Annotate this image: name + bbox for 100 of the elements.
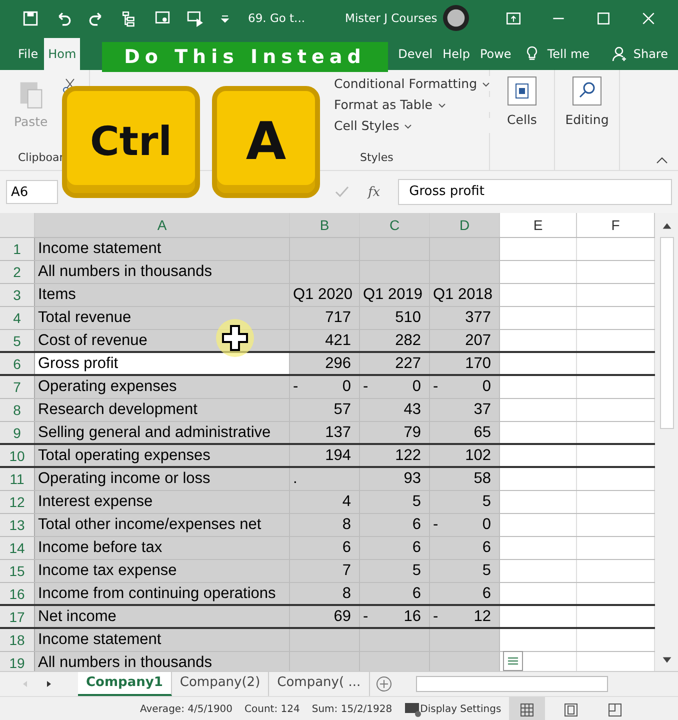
ribbon-tab[interactable]: Devel (394, 38, 437, 70)
cell-value: 6 (482, 538, 491, 558)
maximize-icon[interactable] (595, 10, 612, 26)
row-header[interactable]: 6 (0, 353, 35, 374)
table-cell: Income before tax (35, 537, 290, 559)
save-icon[interactable] (22, 10, 39, 26)
row-header[interactable]: 4 (0, 307, 35, 329)
cell-value: 0 (412, 377, 421, 397)
table-cell: Income from continuing operations (35, 583, 290, 604)
quick-analysis-icon[interactable] (503, 651, 523, 671)
row-header[interactable]: 2 (0, 261, 35, 283)
styles-menu-button[interactable]: Cell Styles (334, 118, 490, 133)
tell-me-field[interactable]: Tell me (543, 38, 594, 70)
ribbon-tab[interactable]: File (14, 38, 42, 70)
cell-value: 57 (334, 400, 351, 420)
caret-icon (404, 124, 412, 130)
scrollbar-thumb[interactable] (660, 237, 674, 429)
name-box[interactable]: A6 (6, 180, 58, 204)
table-cell: Operating expenses (35, 376, 290, 398)
cell-sign: - (293, 377, 298, 397)
row-header[interactable]: 19 (0, 652, 35, 671)
cell-value: 5 (412, 561, 421, 581)
ribbon-display-icon[interactable] (505, 10, 522, 26)
cell-value: 8 (342, 515, 351, 535)
column-header[interactable]: F (577, 213, 655, 237)
share-button[interactable]: Share (612, 38, 668, 70)
column-header[interactable]: C (360, 213, 430, 237)
search-icon[interactable] (572, 76, 602, 106)
column-header[interactable]: A (35, 213, 290, 237)
cell-sign: - (433, 377, 438, 397)
row-header[interactable]: 9 (0, 422, 35, 443)
cell-value: 58 (474, 469, 491, 489)
cell-value: 170 (465, 354, 491, 374)
horizontal-scrollbar[interactable] (416, 676, 608, 692)
add-sheet-icon[interactable] (376, 676, 392, 692)
cell-value: 79 (404, 423, 421, 443)
dropdown-icon[interactable] (220, 13, 230, 23)
formula-field[interactable]: Gross profit (398, 179, 672, 205)
table-cell: Interest expense (35, 491, 290, 513)
cell-value: 69 (334, 607, 351, 627)
cell-value: 12 (474, 607, 491, 627)
row-header[interactable]: 5 (0, 330, 35, 351)
caret-icon (438, 103, 446, 108)
column-header[interactable]: E (500, 213, 577, 237)
row-header[interactable]: 1 (0, 238, 35, 260)
row-header[interactable]: 7 (0, 376, 35, 398)
row-header[interactable]: 13 (0, 514, 35, 536)
ribbon-tab[interactable]: Hom (44, 38, 80, 70)
ribbon-tab[interactable]: Help (438, 38, 474, 70)
collapse-icon[interactable] (656, 156, 668, 164)
display-settings-button[interactable]: Display Settings (420, 704, 502, 715)
normal-view-icon[interactable] (519, 702, 536, 718)
cell-value: 6 (482, 584, 491, 604)
table-cell: Items (35, 284, 290, 306)
sheet-tab[interactable]: Company1 (78, 672, 172, 696)
ribbon-tab[interactable]: Powe (476, 38, 516, 70)
group-label: Clipboar (18, 151, 64, 164)
cell-value: 510 (395, 308, 421, 328)
column-header[interactable]: D (430, 213, 500, 237)
page-layout-icon[interactable] (563, 702, 580, 718)
row-header[interactable]: 16 (0, 583, 35, 604)
account-name[interactable]: Mister J Courses (345, 11, 438, 25)
row-header[interactable]: 15 (0, 560, 35, 582)
cell-value: 7 (342, 561, 351, 581)
cell-value: 296 (325, 354, 351, 374)
row-header[interactable]: 12 (0, 491, 35, 513)
row-header[interactable]: 18 (0, 629, 35, 651)
cell-value: Q1 2019 (363, 285, 422, 305)
styles-menu-button[interactable]: Format as Table (334, 97, 490, 112)
screen-icon[interactable] (154, 10, 171, 26)
cell-value: 6 (412, 515, 421, 535)
paste-button[interactable]: Paste (14, 114, 48, 129)
table-cell: All numbers in thousands (35, 261, 290, 283)
column-header[interactable]: B (290, 213, 360, 237)
row-header[interactable]: 17 (0, 606, 35, 627)
table-cell: Income statement (35, 238, 290, 260)
table-cell: Research development (35, 399, 290, 421)
table-cell: Total operating expenses (35, 445, 290, 466)
keyboard-key: A (212, 86, 320, 198)
row-header[interactable]: 3 (0, 284, 35, 306)
cell-sign: - (433, 607, 438, 627)
check-icon[interactable] (334, 184, 350, 200)
table-cell: All numbers in thousands (35, 652, 290, 671)
table-cell: Income statement (35, 629, 290, 651)
page-break-icon[interactable] (607, 702, 624, 718)
editing-button[interactable]: Editing (565, 112, 609, 127)
cells-button[interactable]: Cells (507, 112, 537, 127)
play-bubble-icon[interactable] (187, 10, 204, 26)
row-header[interactable]: 11 (0, 468, 35, 490)
caret-icon (482, 82, 490, 88)
cells-icon[interactable] (507, 76, 537, 106)
function-button[interactable]: fx (368, 184, 380, 200)
row-header[interactable]: 8 (0, 399, 35, 421)
cell-value: 6 (342, 538, 351, 558)
monitor-icon[interactable] (404, 702, 422, 718)
avatar-icon[interactable] (443, 5, 470, 31)
document-title: 69. Go t... (248, 11, 306, 25)
row-header[interactable]: 14 (0, 537, 35, 559)
row-header[interactable]: 10 (0, 445, 35, 466)
styles-menu-button[interactable]: Conditional Formatting (334, 76, 490, 91)
